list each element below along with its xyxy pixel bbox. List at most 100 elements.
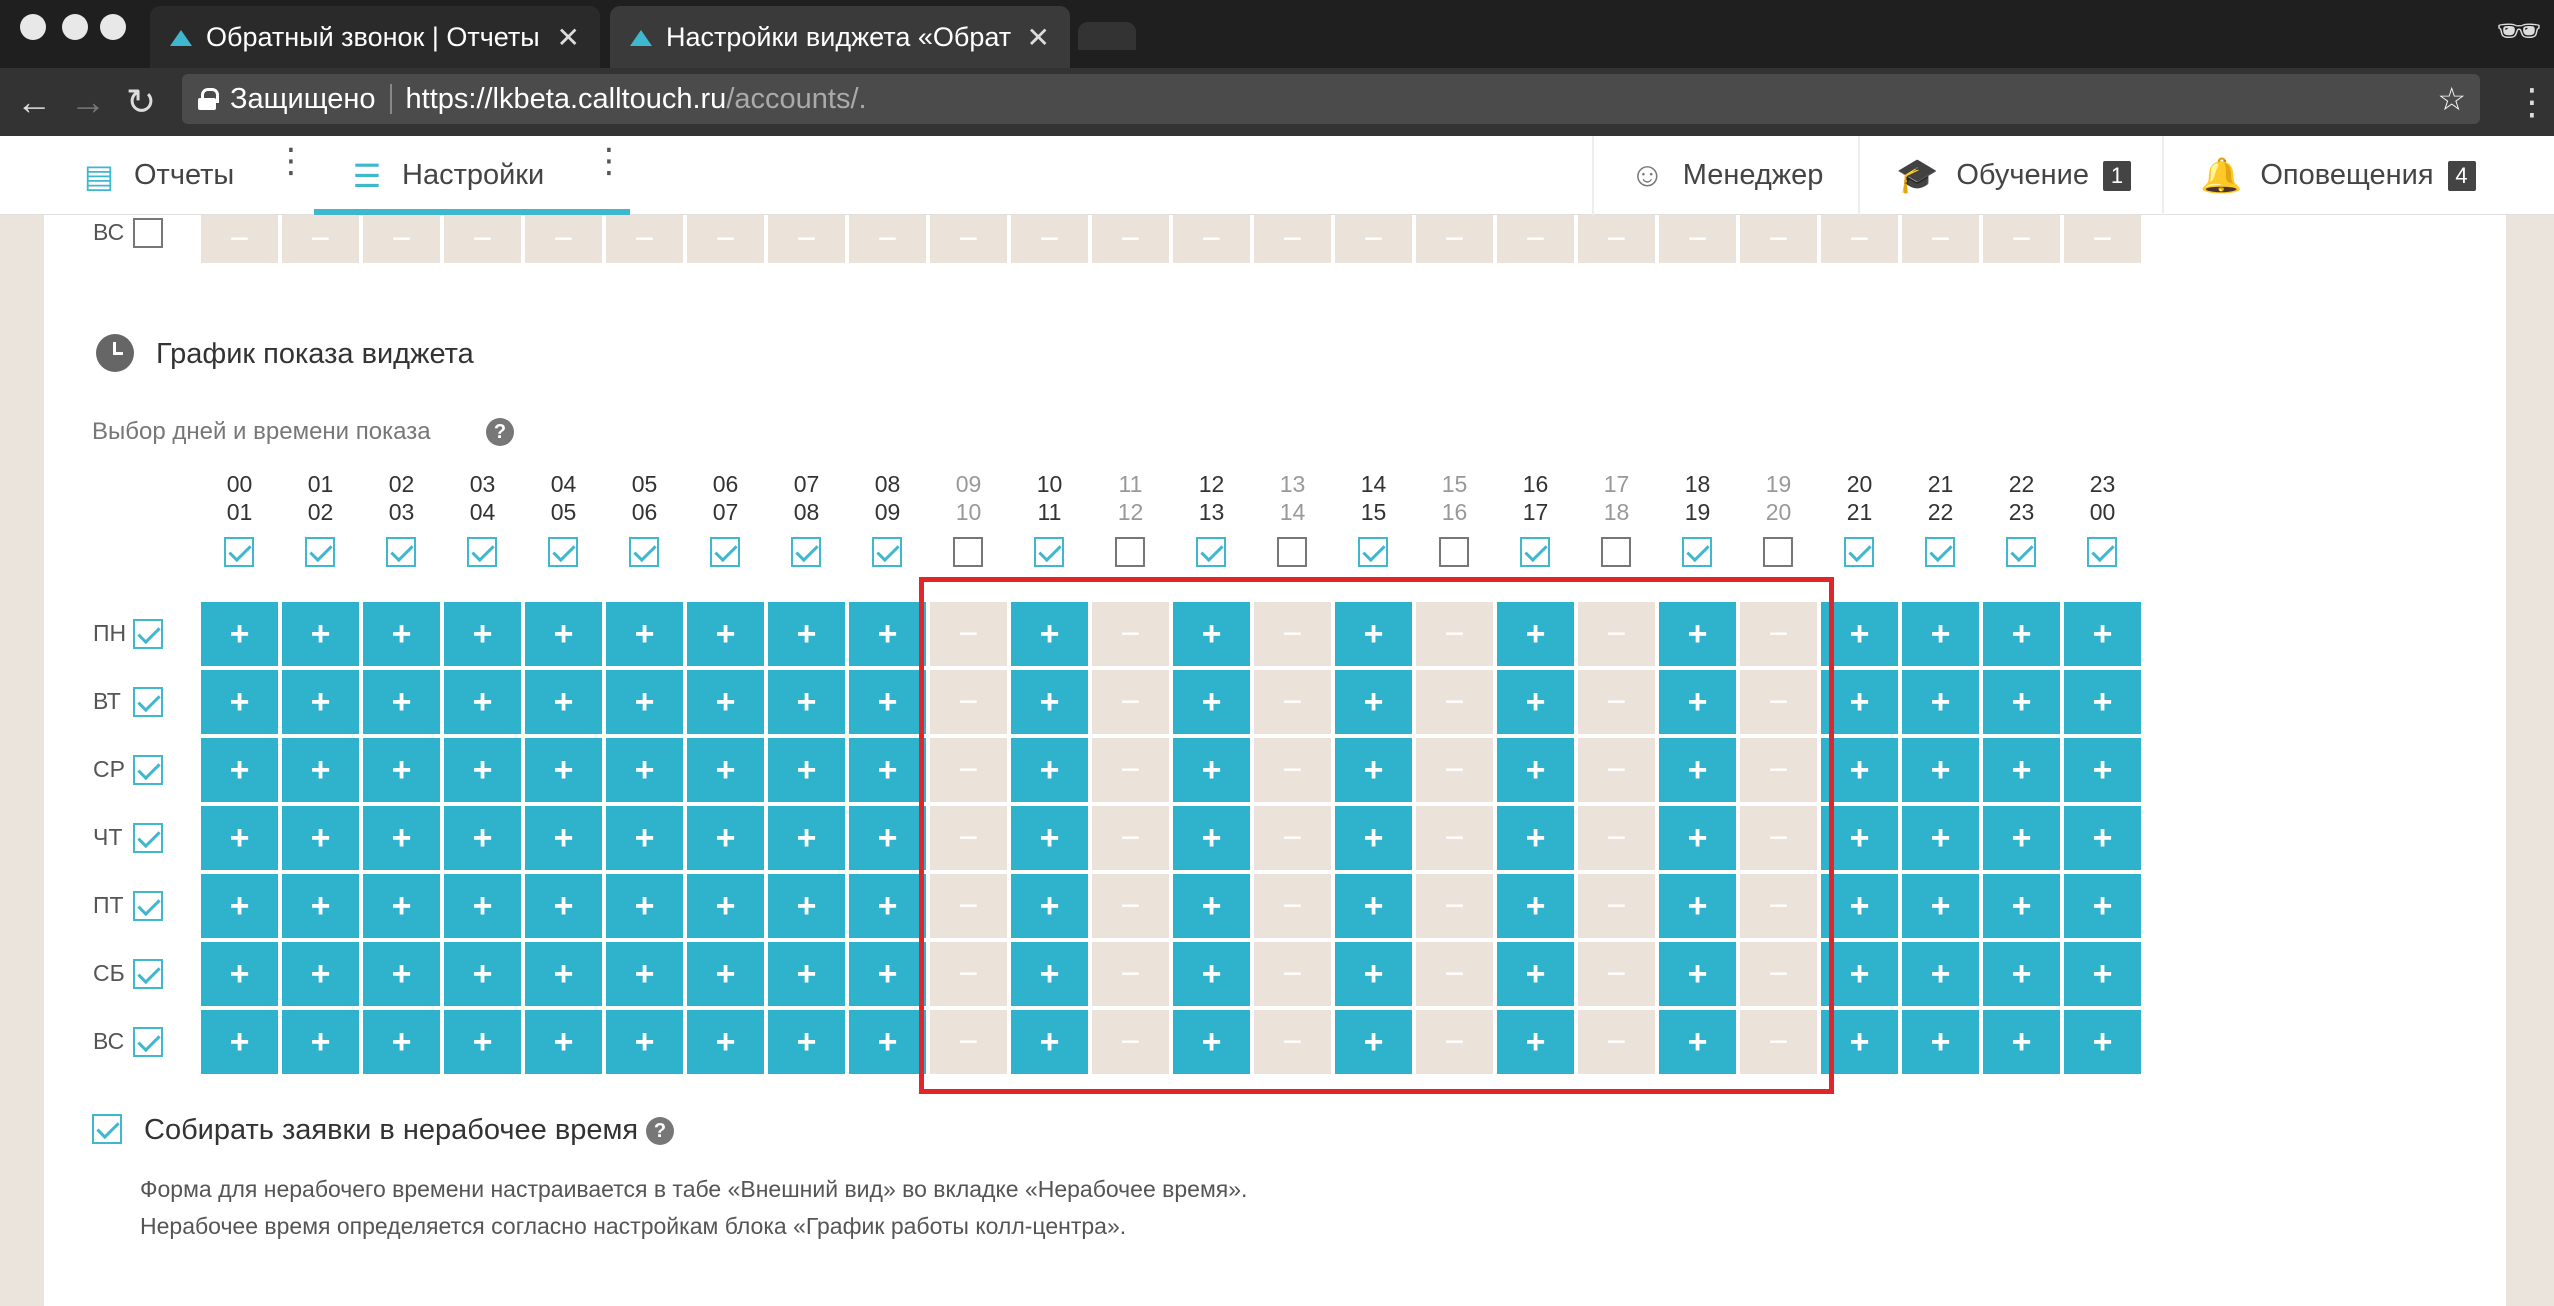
schedule-cell[interactable]: +: [687, 1010, 764, 1074]
reload-icon[interactable]: ↻: [126, 82, 156, 122]
browser-menu-icon[interactable]: ⋮: [2514, 82, 2550, 122]
schedule-cell[interactable]: +: [768, 738, 845, 802]
schedule-cell[interactable]: +: [1983, 602, 2060, 666]
schedule-cell[interactable]: +: [444, 602, 521, 666]
minimize-window-button[interactable]: [62, 14, 88, 40]
schedule-cell[interactable]: +: [849, 806, 926, 870]
schedule-cell[interactable]: +: [768, 670, 845, 734]
schedule-cell[interactable]: +: [849, 1010, 926, 1074]
schedule-cell[interactable]: +: [282, 874, 359, 938]
schedule-cell[interactable]: +: [768, 874, 845, 938]
schedule-cell[interactable]: +: [363, 874, 440, 938]
schedule-cell[interactable]: +: [768, 806, 845, 870]
schedule-cell[interactable]: +: [363, 942, 440, 1006]
help-icon[interactable]: ?: [486, 418, 514, 446]
schedule-cell[interactable]: +: [444, 738, 521, 802]
after-hours-checkbox[interactable]: [92, 1114, 122, 1144]
close-tab-icon[interactable]: ✕: [557, 21, 580, 54]
schedule-cell[interactable]: −: [849, 215, 926, 263]
schedule-cell[interactable]: −: [1659, 215, 1736, 263]
close-tab-icon[interactable]: ✕: [1027, 21, 1050, 54]
hour-checkbox[interactable]: [1439, 537, 1469, 567]
browser-tab-widget-settings[interactable]: Настройки виджета «Обратн ✕: [610, 6, 1070, 68]
schedule-cell[interactable]: +: [687, 738, 764, 802]
schedule-cell[interactable]: +: [201, 942, 278, 1006]
schedule-cell[interactable]: +: [606, 942, 683, 1006]
schedule-cell[interactable]: +: [1902, 738, 1979, 802]
hour-checkbox[interactable]: [224, 537, 254, 567]
schedule-cell[interactable]: +: [768, 1010, 845, 1074]
schedule-cell[interactable]: +: [444, 670, 521, 734]
nav-tab-settings[interactable]: ☰ Настройки ⋮: [314, 136, 630, 215]
schedule-cell[interactable]: +: [687, 670, 764, 734]
schedule-cell[interactable]: +: [2064, 874, 2141, 938]
hour-checkbox[interactable]: [1196, 537, 1226, 567]
schedule-cell[interactable]: +: [282, 1010, 359, 1074]
schedule-cell[interactable]: +: [1983, 942, 2060, 1006]
schedule-cell[interactable]: −: [768, 215, 845, 263]
hour-checkbox[interactable]: [467, 537, 497, 567]
schedule-cell[interactable]: +: [282, 602, 359, 666]
more-vertical-icon[interactable]: ⋮: [592, 144, 626, 178]
day-checkbox[interactable]: [133, 1027, 163, 1057]
schedule-cell[interactable]: +: [282, 942, 359, 1006]
maximize-window-button[interactable]: [100, 14, 126, 40]
schedule-cell[interactable]: +: [606, 602, 683, 666]
hour-checkbox[interactable]: [1844, 537, 1874, 567]
forward-icon[interactable]: →: [70, 82, 106, 122]
schedule-cell[interactable]: +: [606, 1010, 683, 1074]
back-icon[interactable]: ←: [16, 82, 52, 122]
browser-tab-reports[interactable]: Обратный звонок | Отчеты | C ✕: [150, 6, 600, 68]
schedule-cell[interactable]: −: [1011, 215, 1088, 263]
schedule-cell[interactable]: +: [525, 806, 602, 870]
schedule-cell[interactable]: +: [606, 806, 683, 870]
more-vertical-icon[interactable]: ⋮: [274, 144, 308, 178]
schedule-cell[interactable]: +: [363, 670, 440, 734]
schedule-cell[interactable]: +: [1902, 874, 1979, 938]
hour-checkbox[interactable]: [1034, 537, 1064, 567]
close-window-button[interactable]: [20, 14, 46, 40]
schedule-cell[interactable]: −: [1092, 215, 1169, 263]
address-bar[interactable]: Защищено https://lkbeta.calltouch.ru/acc…: [182, 74, 2480, 124]
schedule-cell[interactable]: +: [1902, 670, 1979, 734]
day-checkbox[interactable]: [133, 891, 163, 921]
schedule-cell[interactable]: −: [1416, 215, 1493, 263]
schedule-cell[interactable]: +: [444, 806, 521, 870]
schedule-cell[interactable]: +: [201, 874, 278, 938]
schedule-cell[interactable]: +: [444, 874, 521, 938]
schedule-cell[interactable]: −: [1173, 215, 1250, 263]
schedule-cell[interactable]: +: [1983, 738, 2060, 802]
schedule-cell[interactable]: +: [2064, 1010, 2141, 1074]
schedule-cell[interactable]: +: [606, 738, 683, 802]
schedule-cell[interactable]: −: [1902, 215, 1979, 263]
hour-checkbox[interactable]: [2006, 537, 2036, 567]
schedule-cell[interactable]: +: [1902, 1010, 1979, 1074]
schedule-cell[interactable]: −: [201, 215, 278, 263]
schedule-cell[interactable]: −: [525, 215, 602, 263]
schedule-cell[interactable]: +: [444, 1010, 521, 1074]
schedule-cell[interactable]: +: [201, 602, 278, 666]
hour-checkbox[interactable]: [629, 537, 659, 567]
schedule-cell[interactable]: −: [687, 215, 764, 263]
schedule-cell[interactable]: +: [1983, 874, 2060, 938]
schedule-cell[interactable]: +: [1902, 602, 1979, 666]
schedule-cell[interactable]: +: [201, 1010, 278, 1074]
schedule-cell[interactable]: −: [1821, 215, 1898, 263]
schedule-cell[interactable]: +: [363, 1010, 440, 1074]
schedule-cell[interactable]: +: [201, 738, 278, 802]
hour-checkbox[interactable]: [386, 537, 416, 567]
schedule-cell[interactable]: +: [849, 738, 926, 802]
schedule-cell[interactable]: −: [444, 215, 521, 263]
schedule-cell[interactable]: −: [1983, 215, 2060, 263]
schedule-cell[interactable]: −: [1740, 215, 1817, 263]
schedule-cell[interactable]: +: [687, 874, 764, 938]
schedule-cell[interactable]: +: [849, 670, 926, 734]
schedule-cell[interactable]: −: [1497, 215, 1574, 263]
schedule-cell[interactable]: +: [1983, 806, 2060, 870]
schedule-cell[interactable]: +: [282, 670, 359, 734]
schedule-cell[interactable]: +: [2064, 806, 2141, 870]
hour-checkbox[interactable]: [548, 537, 578, 567]
schedule-cell[interactable]: +: [1902, 942, 1979, 1006]
schedule-cell[interactable]: +: [687, 942, 764, 1006]
hour-checkbox[interactable]: [953, 537, 983, 567]
